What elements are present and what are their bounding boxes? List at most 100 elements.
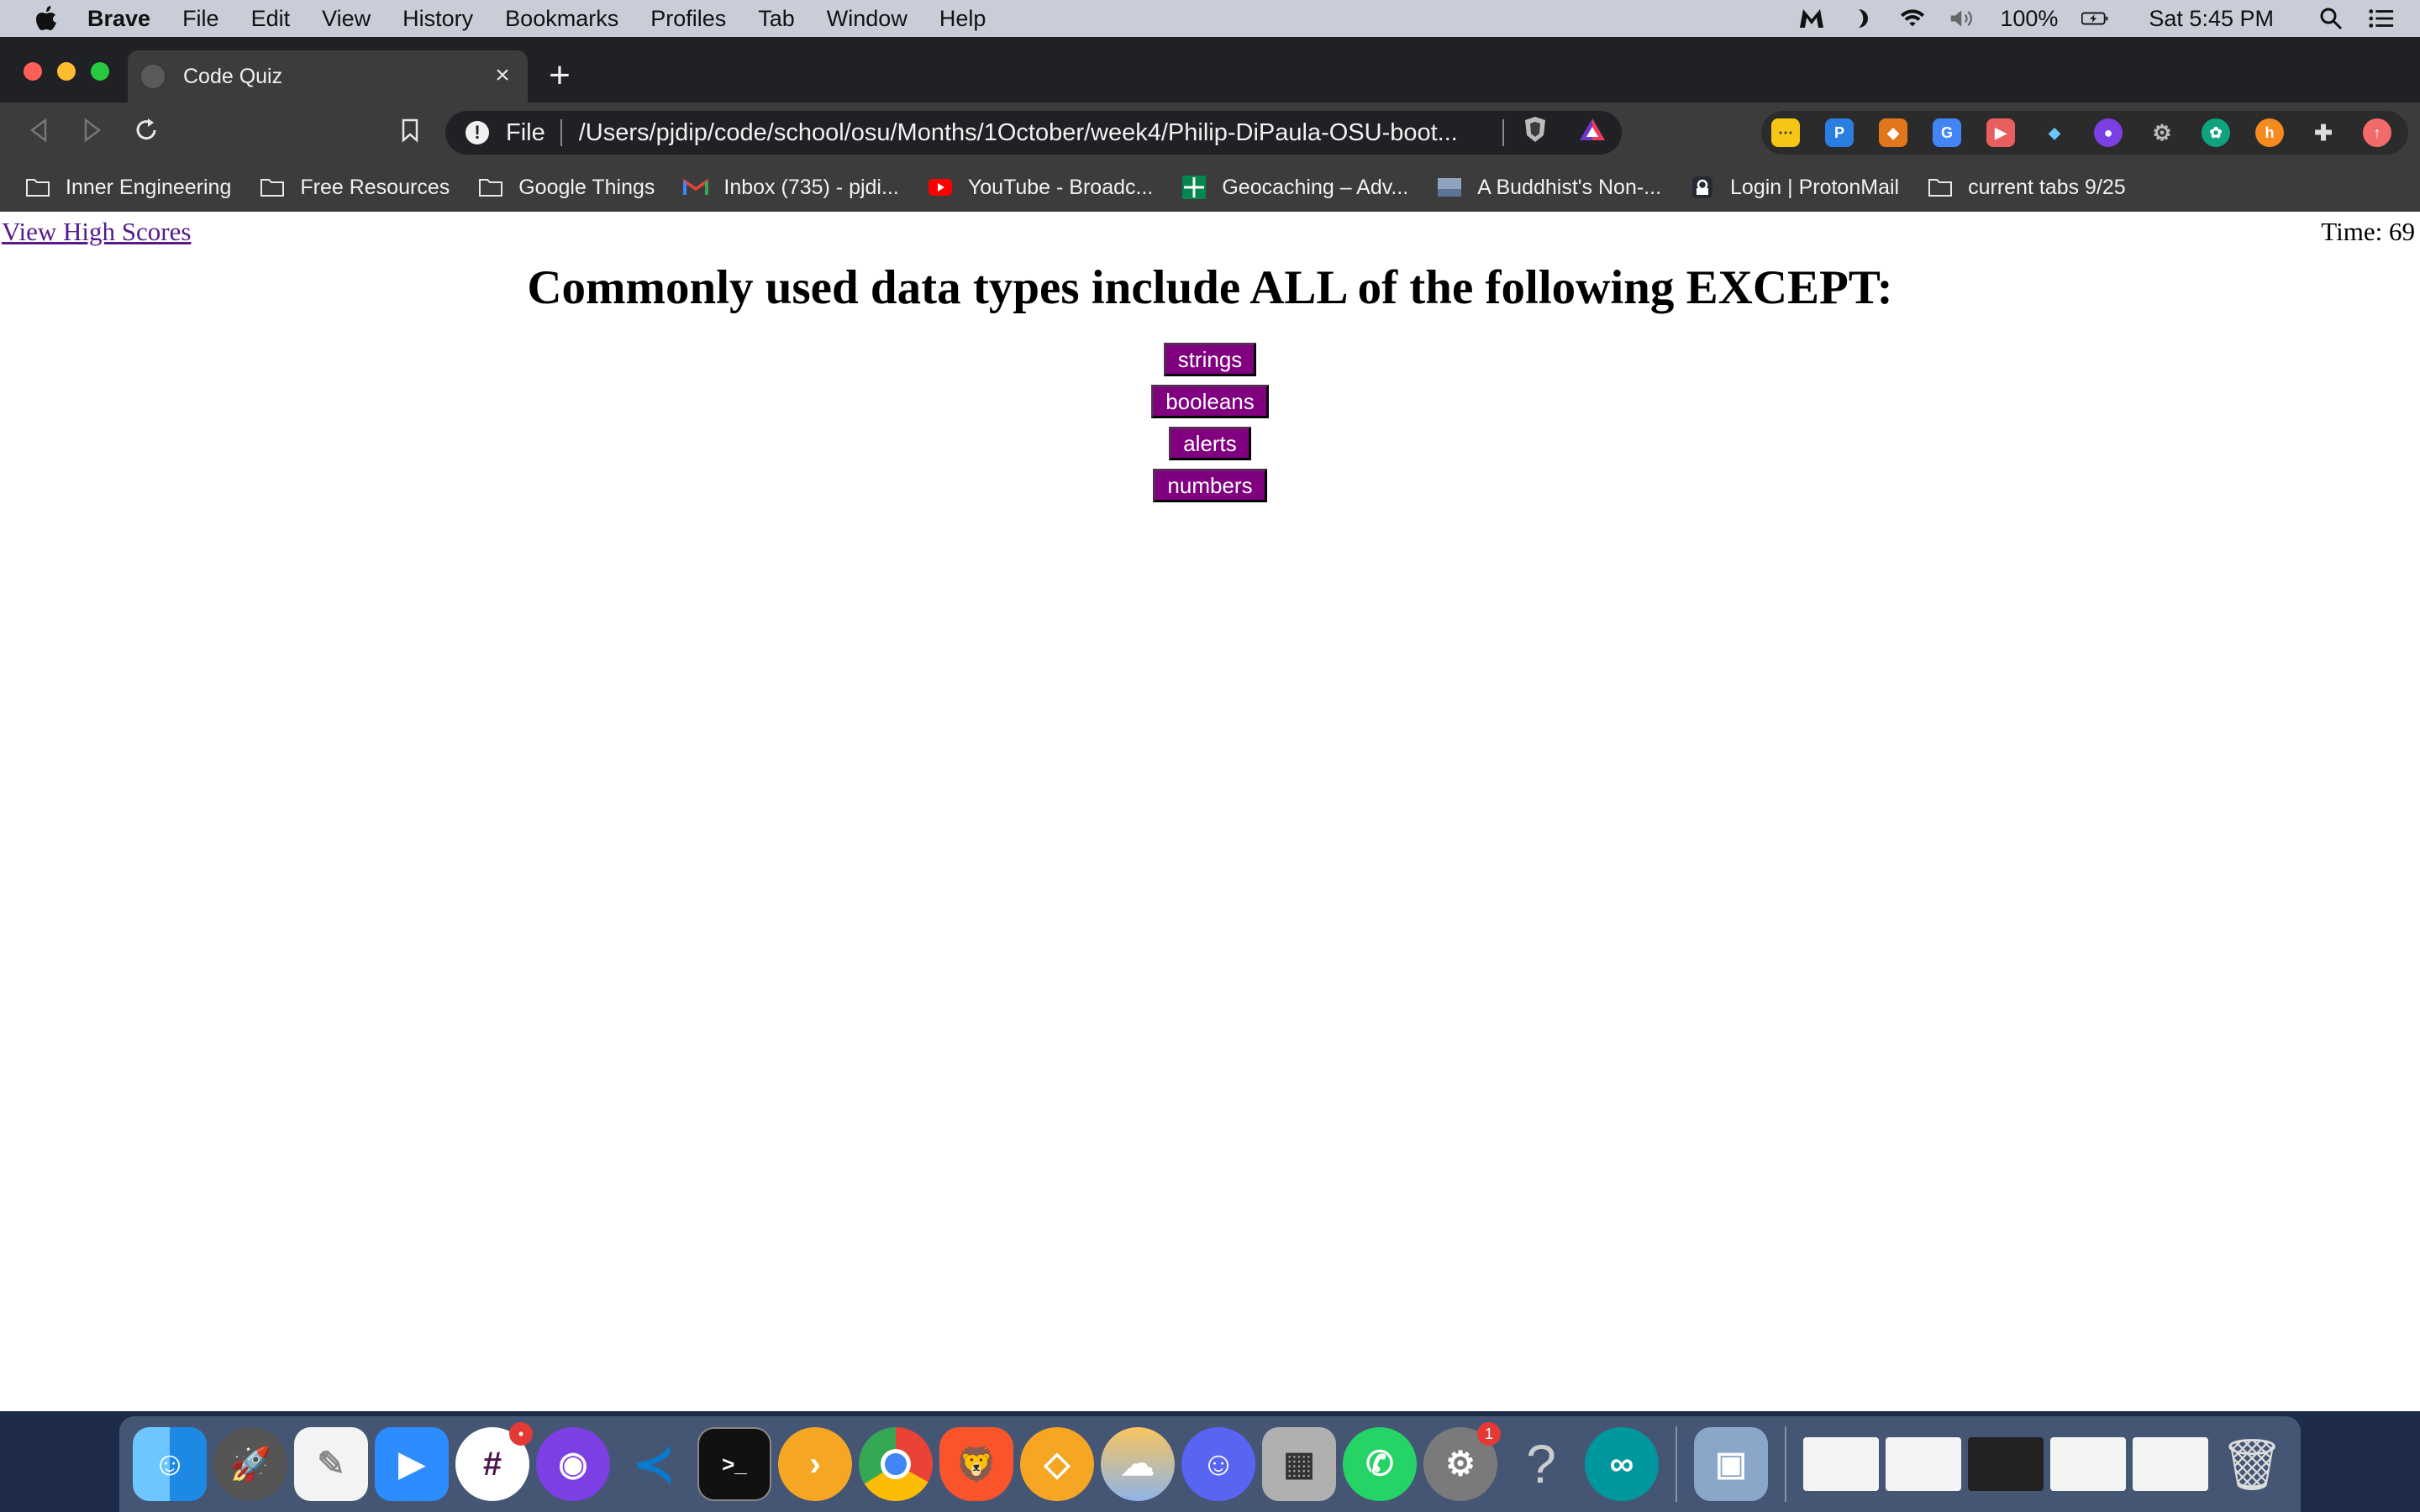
bookmark-page-icon[interactable] [395, 118, 425, 148]
menu-profiles[interactable]: Profiles [650, 6, 726, 32]
protonmail-icon [1690, 176, 1715, 198]
answer-button-alerts[interactable]: alerts [1169, 427, 1251, 460]
back-button[interactable] [24, 118, 54, 148]
menu-tab[interactable]: Tab [758, 6, 795, 32]
wifi-icon[interactable] [1899, 6, 1926, 31]
bookmark-youtube[interactable]: YouTube - Broadc... [928, 175, 1154, 200]
apple-menu-icon[interactable] [34, 6, 59, 31]
answer-button-strings[interactable]: strings [1163, 343, 1257, 376]
view-high-scores-link[interactable]: View High Scores [2, 217, 191, 247]
bookmark-protonmail[interactable]: Login | ProtonMail [1690, 176, 1899, 200]
page-content: View High Scores Time: 69 Commonly used … [0, 212, 2420, 1411]
geocaching-icon [1181, 176, 1207, 199]
quiz-timer: Time: 69 [2321, 217, 2415, 246]
puzzle-extensions-icon[interactable]: ✚ [2309, 118, 2338, 147]
preview-icon[interactable]: ▣ [1694, 1427, 1768, 1501]
window-zoom-button[interactable] [91, 62, 109, 81]
reload-button[interactable] [131, 118, 161, 148]
malwarebytes-icon[interactable] [1798, 6, 1825, 31]
google-translate-icon[interactable]: G [1933, 118, 1961, 147]
url-text[interactable]: /Users/pjdip/code/school/osu/Months/1Oct… [579, 119, 1495, 147]
textedit-icon[interactable]: ✎ [294, 1427, 368, 1501]
github-extension-icon[interactable]: ● [2094, 118, 2123, 147]
bookmark-current-tabs[interactable]: current tabs 9/25 [1928, 176, 2126, 200]
metamask-icon[interactable]: ◆ [1879, 118, 1907, 147]
menu-view[interactable]: View [322, 6, 371, 32]
arduino-icon[interactable]: ∞ [1585, 1427, 1659, 1501]
sticky-notes-extension-icon[interactable]: ⋯ [1771, 118, 1800, 147]
bookmark-gmail-inbox[interactable]: Inbox (735) - pjdi... [683, 176, 899, 200]
menu-window[interactable]: Window [827, 6, 908, 32]
bookmark-geocaching[interactable]: Geocaching – Adv... [1181, 176, 1408, 200]
finder-icon[interactable]: ☺ [133, 1427, 207, 1501]
vscode-icon[interactable]: ≺ [617, 1427, 691, 1501]
spotlight-search-icon[interactable] [2317, 6, 2344, 31]
github-desktop-icon[interactable]: ◉ [536, 1427, 610, 1501]
bookmark-free-resources[interactable]: Free Resources [260, 176, 450, 200]
chatgpt-extension-icon[interactable]: ✿ [2202, 118, 2230, 147]
bookmark-buddhist[interactable]: A Buddhist's Non-... [1437, 176, 1661, 200]
bookmark-label: Inner Engineering [66, 175, 232, 199]
answer-button-numbers[interactable]: numbers [1153, 469, 1267, 502]
volume-icon[interactable] [1949, 6, 1976, 31]
chrome-icon[interactable] [859, 1427, 933, 1501]
brave-icon[interactable]: 🦁 [939, 1427, 1013, 1501]
menu-history[interactable]: History [402, 6, 473, 32]
zoom-icon[interactable]: ▶ [375, 1427, 449, 1501]
weather-icon[interactable]: ☁ [1101, 1427, 1175, 1501]
slack-icon[interactable]: # • [455, 1422, 533, 1501]
clock[interactable]: Sat 5:45 PM [2149, 6, 2274, 32]
new-tab-button[interactable]: + [543, 57, 576, 94]
pinned-extension-icon[interactable]: P [1825, 118, 1854, 147]
tab-code-quiz[interactable]: Code Quiz × [128, 50, 528, 102]
battery-icon[interactable] [2081, 6, 2108, 31]
extensions-area: ⋯ P ◆ G ▶ ◆ ● ⚙ ✿ h ✚ ↑ [1761, 111, 2408, 155]
sketch-icon[interactable]: ◇ [1020, 1427, 1094, 1501]
site-info-icon[interactable]: ! [466, 121, 489, 144]
menu-help[interactable]: Help [939, 6, 986, 32]
system-preferences-icon[interactable]: ⚙ 1 [1423, 1422, 1501, 1501]
tab-close-icon[interactable]: × [489, 62, 516, 89]
menu-file[interactable]: File [182, 6, 219, 32]
bookmark-inner-engineering[interactable]: Inner Engineering [25, 176, 231, 200]
update-available-icon[interactable]: ↑ [2363, 118, 2391, 147]
address-bar[interactable]: ! File /Users/pjdip/code/school/osu/Mont… [445, 111, 1622, 155]
honey-extension-icon[interactable]: h [2255, 118, 2284, 147]
minimized-window-thumbnail[interactable] [1803, 1437, 1879, 1491]
browser-toolbar: ! File /Users/pjdip/code/school/osu/Mont… [0, 102, 2420, 163]
terminal-icon[interactable]: >_ [697, 1427, 771, 1501]
brave-rewards-icon[interactable] [1578, 117, 1607, 149]
answer-button-booleans[interactable]: booleans [1151, 385, 1269, 418]
calculator-icon[interactable]: ▦ [1262, 1427, 1336, 1501]
launchpad-icon[interactable]: 🚀 [213, 1427, 287, 1501]
bookmark-label: Google Things [518, 175, 655, 199]
menu-edit[interactable]: Edit [251, 6, 291, 32]
folder-icon [25, 177, 50, 197]
window-minimize-button[interactable] [57, 62, 76, 81]
window-close-button[interactable] [24, 62, 42, 81]
menu-app-brave[interactable]: Brave [87, 6, 150, 32]
trash-icon[interactable]: 🗑 [2215, 1427, 2289, 1501]
whatsapp-icon[interactable]: ✆ [1343, 1427, 1417, 1501]
diamond-extension-icon[interactable]: ◆ [2040, 118, 2069, 147]
minimized-window-thumbnail[interactable] [2133, 1437, 2208, 1491]
minimized-window-thumbnail[interactable] [2050, 1437, 2126, 1491]
notification-center-icon[interactable] [2368, 6, 2395, 31]
bookmark-label: YouTube - Broadc... [967, 175, 1154, 199]
bookmark-label: Free Resources [300, 175, 450, 199]
tab-strip: Code Quiz × + [0, 37, 2420, 102]
menu-bookmarks[interactable]: Bookmarks [505, 6, 618, 32]
bookmark-google-things[interactable]: Google Things [478, 176, 655, 200]
gear-icon[interactable]: ⚙ [2148, 118, 2176, 147]
minimized-window-thumbnail[interactable] [1968, 1437, 2044, 1491]
minimized-window-thumbnail[interactable] [1886, 1437, 1961, 1491]
url-scheme: File [506, 118, 545, 146]
browser-window: Code Quiz × + ! File /Users/pjdip/code/s… [0, 37, 2420, 1411]
forward-button[interactable] [77, 118, 108, 148]
discord-icon[interactable]: ☺ [1181, 1427, 1255, 1501]
plex-icon[interactable]: › [778, 1427, 852, 1501]
brave-shields-icon[interactable] [1523, 115, 1548, 150]
help-question-icon[interactable]: ? [1504, 1427, 1578, 1501]
night-mode-icon[interactable] [1849, 6, 1876, 31]
video-extension-icon[interactable]: ▶ [1986, 118, 2015, 147]
